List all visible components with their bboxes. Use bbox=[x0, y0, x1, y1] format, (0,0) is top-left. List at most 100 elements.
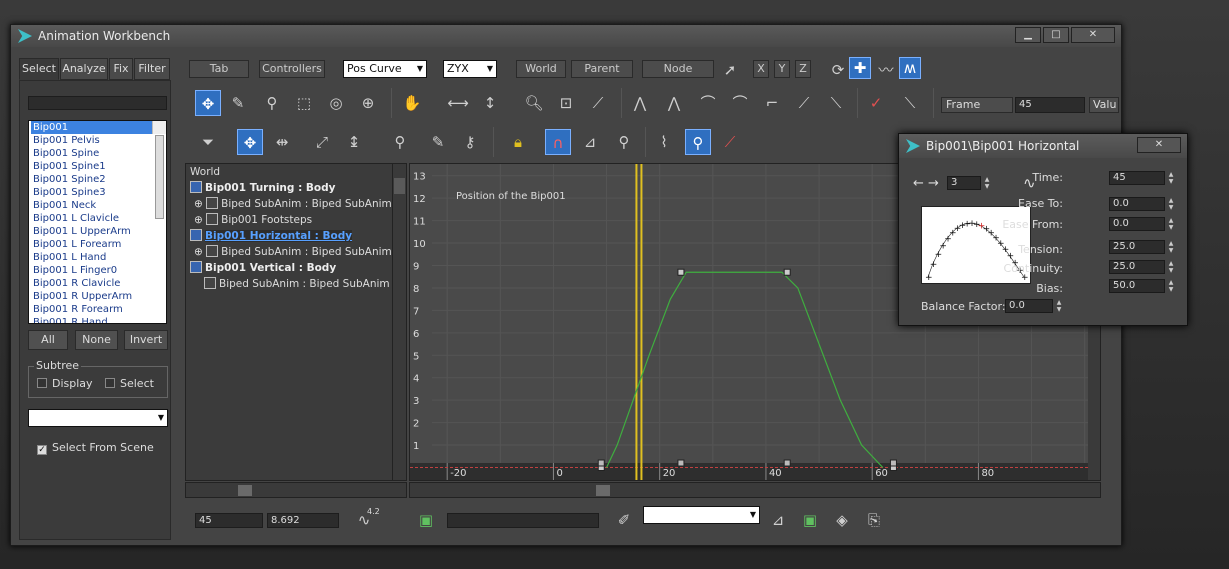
move-selection-icon[interactable]: ◈ bbox=[829, 507, 855, 533]
bip-list-item[interactable]: Bip001 Pelvis bbox=[31, 134, 166, 147]
tangent-smooth-icon[interactable]: ⟍ bbox=[823, 90, 849, 116]
ease-to-field[interactable]: 0.0 bbox=[1109, 197, 1165, 211]
spinner-arrows[interactable]: ▲ ▼ bbox=[1167, 279, 1175, 293]
track-tree[interactable]: World Bip001 Turning : Body ⊕ Biped SubAn… bbox=[185, 163, 407, 481]
z-axis-button[interactable]: Z bbox=[795, 60, 811, 78]
invert-button[interactable]: Invert bbox=[124, 330, 168, 350]
filter-funnel-icon[interactable]: ⏷ bbox=[195, 129, 221, 155]
bip-list-item[interactable]: Bip001 Spine bbox=[31, 147, 166, 160]
spinner-arrows[interactable]: ▲ ▼ bbox=[1167, 217, 1175, 231]
tab-select[interactable]: Select bbox=[19, 58, 59, 80]
tree-row[interactable]: Bip001 Turning : Body bbox=[186, 180, 406, 196]
bip-list-item[interactable]: Bip001 R UpperArm bbox=[31, 290, 166, 303]
key-info-icon[interactable]: ⚲ bbox=[611, 129, 637, 155]
bip-list-item[interactable]: Bip001 R Hand bbox=[31, 316, 166, 323]
tab-analyze[interactable]: Analyze bbox=[60, 58, 108, 80]
list-scrollbar[interactable] bbox=[152, 121, 166, 219]
node-button[interactable]: Node bbox=[642, 60, 714, 78]
world-button[interactable]: World bbox=[516, 60, 566, 78]
target-plus-icon[interactable]: ⊕ bbox=[355, 90, 381, 116]
rename-icon[interactable]: ✐ bbox=[611, 507, 637, 533]
slide-keys-icon[interactable]: ⇹ bbox=[269, 129, 295, 155]
tree-hscrollbar[interactable] bbox=[185, 482, 407, 498]
tree-row[interactable]: ⊕ Biped SubAnim : Biped SubAnim bbox=[186, 196, 406, 212]
bip-list-item[interactable]: Bip001 Neck bbox=[31, 199, 166, 212]
unify-tangent-icon[interactable]: ⟍ bbox=[897, 90, 923, 116]
display-checkbox[interactable]: Display bbox=[37, 377, 93, 390]
cycle-icon[interactable]: ⟳ bbox=[825, 57, 851, 83]
frame-field[interactable]: 45 bbox=[1015, 97, 1085, 113]
curve-wave-icon[interactable]: 〰 bbox=[873, 57, 899, 83]
balance-factor-field[interactable]: 0.0 bbox=[1005, 299, 1053, 313]
bottom-frame-field[interactable]: 45 bbox=[195, 513, 263, 528]
zoom-region-icon[interactable]: ⊡ bbox=[553, 90, 579, 116]
spinner-arrows[interactable]: ▲ ▼ bbox=[983, 176, 991, 190]
show-tangents-icon[interactable]: ⚲ bbox=[685, 129, 711, 155]
key-info-close-button[interactable]: ✕ bbox=[1137, 137, 1181, 153]
fit-horizontal-icon[interactable]: ⟷ bbox=[445, 90, 471, 116]
add-key-icon[interactable]: ⚲ bbox=[259, 90, 285, 116]
minimize-button[interactable]: ▁ bbox=[1015, 27, 1041, 43]
bottom-value-field[interactable]: 8.692 bbox=[267, 513, 339, 528]
bip-list-item[interactable]: Bip001 L Clavicle bbox=[31, 212, 166, 225]
delete-key-icon[interactable]: ⟋ bbox=[717, 129, 743, 155]
parent-button[interactable]: Parent bbox=[571, 60, 633, 78]
spinner-arrows[interactable]: ▲ ▼ bbox=[1167, 197, 1175, 211]
lock-icon[interactable]: 🔒︎ bbox=[505, 129, 531, 155]
tab-button[interactable]: Tab bbox=[189, 60, 249, 78]
tangent-linear-icon[interactable]: ⟋ bbox=[791, 90, 817, 116]
bip-list-item[interactable]: Bip001 R Clavicle bbox=[31, 277, 166, 290]
select-region-icon[interactable]: ⬚ bbox=[291, 90, 317, 116]
scale-keys-icon[interactable]: ⤢ bbox=[309, 129, 335, 155]
bias-field[interactable]: 50.0 bbox=[1109, 279, 1165, 293]
expand-icon[interactable]: ⊕ bbox=[194, 246, 206, 258]
title-bar[interactable]: Animation Workbench ▁ □ ✕ bbox=[11, 25, 1121, 47]
bip-list-item[interactable]: Bip001 R Forearm bbox=[31, 303, 166, 316]
spinner-arrows[interactable]: ▲ ▼ bbox=[1167, 240, 1175, 254]
filter-dropdown[interactable] bbox=[28, 409, 168, 427]
add-keys-icon[interactable]: ▣ bbox=[797, 507, 823, 533]
continuity-field[interactable]: 25.0 bbox=[1109, 260, 1165, 274]
bip-list-item[interactable]: Bip001 Spine1 bbox=[31, 160, 166, 173]
bip-list-item[interactable]: Bip001 bbox=[31, 121, 166, 134]
controllers-button[interactable]: Controllers bbox=[259, 60, 325, 78]
tree-root[interactable]: World bbox=[186, 164, 406, 180]
tree-row[interactable]: Bip001 Vertical : Body bbox=[186, 260, 406, 276]
draw-curve-icon[interactable]: ✎ bbox=[225, 90, 251, 116]
tangent-step-icon[interactable]: ⌐ bbox=[759, 90, 785, 116]
pick-arrow-icon[interactable]: ➚ bbox=[717, 57, 743, 83]
graph-key-icon[interactable]: ⊿ bbox=[765, 507, 791, 533]
key-info-titlebar[interactable]: Bip001\Bip001 Horizontal ✕ bbox=[899, 134, 1187, 158]
key-number-field[interactable]: 3 bbox=[947, 176, 981, 190]
close-button[interactable]: ✕ bbox=[1071, 27, 1115, 43]
draw-keys-icon[interactable]: ✎ bbox=[425, 129, 451, 155]
key-filter-dropdown[interactable] bbox=[643, 506, 760, 524]
tree-row[interactable]: ⊕ Biped SubAnim : Biped SubAnim bbox=[186, 244, 406, 260]
tab-fix[interactable]: Fix bbox=[109, 58, 133, 80]
tree-row[interactable]: Biped SubAnim : Biped SubAnim bbox=[186, 276, 406, 292]
bip-list-item[interactable]: Bip001 Spine2 bbox=[31, 173, 166, 186]
search-field[interactable] bbox=[28, 96, 167, 110]
snap-magnet-icon[interactable]: ∩ bbox=[545, 129, 571, 155]
tangent-handle-icon[interactable]: ⌇ bbox=[651, 129, 677, 155]
select-from-scene-checkbox[interactable]: ✓ Select From Scene bbox=[37, 441, 154, 455]
graph-hscrollbar[interactable] bbox=[409, 482, 1101, 498]
time-field[interactable]: 45 bbox=[1109, 171, 1165, 185]
tangent-fast-icon[interactable]: ⌒ bbox=[695, 90, 721, 116]
break-tangent-icon[interactable]: ✓ bbox=[863, 90, 889, 116]
tree-scrollbar[interactable] bbox=[392, 164, 406, 480]
tangent-auto-icon[interactable]: ⋀ bbox=[627, 90, 653, 116]
maximize-button[interactable]: □ bbox=[1043, 27, 1069, 43]
bip-list-item[interactable]: Bip001 Spine3 bbox=[31, 186, 166, 199]
key-mode-icon[interactable]: ✚ bbox=[849, 57, 871, 79]
select-checkbox[interactable]: Select bbox=[105, 377, 154, 390]
move-keys-icon[interactable]: ✥ bbox=[237, 129, 263, 155]
axis-order-dropdown[interactable]: ZYX bbox=[443, 60, 497, 78]
expand-icon[interactable]: ⊕ bbox=[194, 198, 206, 210]
expand-icon[interactable]: ⊕ bbox=[194, 214, 206, 226]
tab-filter[interactable]: Filter bbox=[134, 58, 170, 80]
all-button[interactable]: All bbox=[28, 330, 68, 350]
noise-wave-icon[interactable]: ʍ bbox=[899, 57, 921, 79]
prev-next-key-icon[interactable]: ← → bbox=[913, 176, 939, 191]
bip-list-item[interactable]: Bip001 L Hand bbox=[31, 251, 166, 264]
